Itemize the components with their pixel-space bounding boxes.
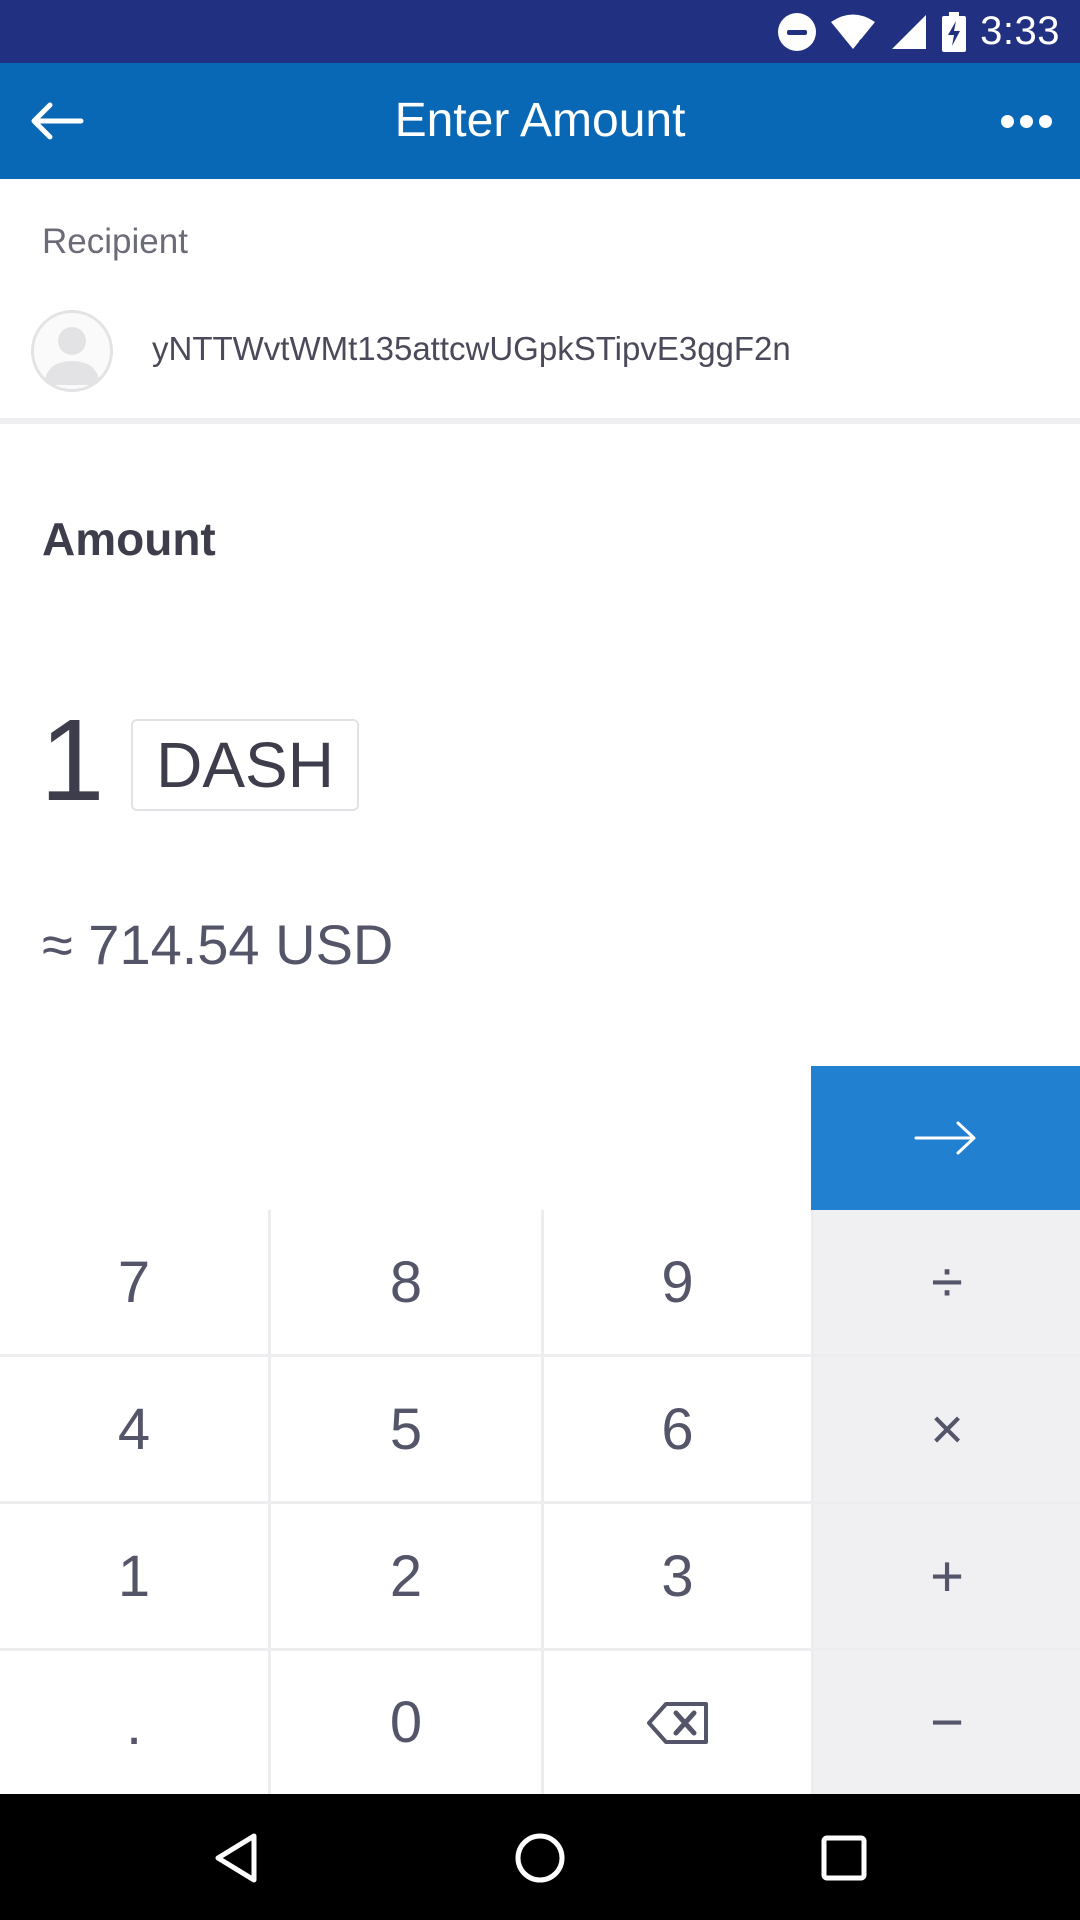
key-7[interactable]: 7 [0,1210,271,1357]
battery-charging-icon [942,11,967,52]
currency-selector[interactable]: DASH [131,719,359,811]
key-6[interactable]: 6 [544,1357,814,1504]
nav-back-icon [215,1833,257,1883]
key-2[interactable]: 2 [271,1504,544,1651]
key-minus[interactable]: − [814,1651,1080,1794]
recipient-address: yNTTWvtWMt135attcwUGpkSTipvE3ggF2n [152,330,791,367]
person-icon [44,327,100,385]
status-icons: 3:33 [778,0,1060,63]
backspace-icon [646,1701,708,1744]
status-bar: 3:33 [0,0,1080,63]
key-decimal[interactable]: . [0,1651,271,1794]
nav-recents-button[interactable] [802,1816,886,1900]
wifi-icon [831,14,876,49]
cellular-signal-icon [892,14,927,49]
key-0[interactable]: 0 [271,1651,544,1794]
do-not-disturb-icon [778,12,817,51]
more-dot [1019,114,1033,128]
arrow-right-icon [914,1121,975,1155]
key-3[interactable]: 3 [544,1504,814,1651]
next-button[interactable] [811,1066,1080,1210]
more-options-button[interactable] [986,85,1066,157]
app-bar: Enter Amount [0,63,1080,179]
key-4[interactable]: 4 [0,1357,271,1504]
key-1[interactable]: 1 [0,1504,271,1651]
more-horizontal-icon [1000,114,1014,128]
amount-label: Amount [42,513,216,565]
system-navigation-bar [0,1794,1080,1920]
avatar [31,310,113,392]
key-multiply[interactable]: × [814,1357,1080,1504]
key-9[interactable]: 9 [544,1210,814,1357]
key-8[interactable]: 8 [271,1210,544,1357]
nav-home-icon [515,1833,565,1883]
section-divider [0,418,1080,424]
key-5[interactable]: 5 [271,1357,544,1504]
page-title: Enter Amount [394,94,686,147]
amount-value: 1 [40,695,105,825]
recipient-label: Recipient [42,222,188,261]
key-backspace[interactable] [544,1651,814,1794]
nav-back-button[interactable] [194,1816,278,1900]
nav-recents-icon [821,1835,867,1881]
key-plus[interactable]: + [814,1504,1080,1651]
status-time: 3:33 [980,9,1060,53]
fiat-equivalent: ≈ 714.54 USD [42,913,394,976]
key-divide[interactable]: ÷ [814,1210,1080,1357]
nav-home-button[interactable] [498,1816,582,1900]
more-dot [1038,114,1052,128]
